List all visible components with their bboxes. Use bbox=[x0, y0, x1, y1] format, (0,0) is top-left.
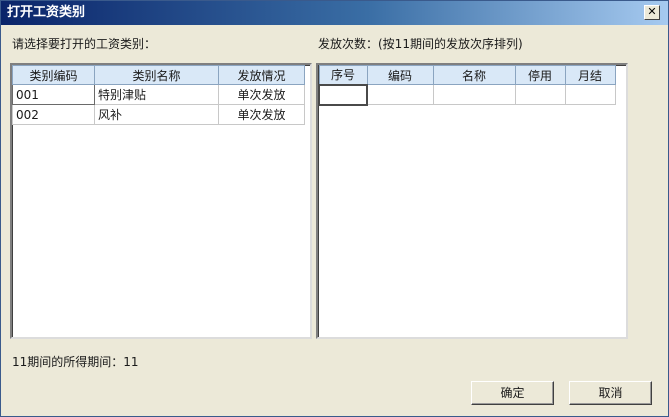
table-row[interactable]: 002 风补 单次发放 bbox=[12, 104, 305, 125]
column-header-disabled[interactable]: 停用 bbox=[514, 65, 566, 85]
dialog-title: 打开工资类别 bbox=[1, 1, 668, 25]
period-status-text: 11期间的所得期间：11 bbox=[12, 355, 139, 369]
open-salary-category-dialog: 打开工资类别 ✕ 请选择要打开的工资类别： 发放次数：(按11期间的发放次序排列… bbox=[0, 0, 669, 417]
ok-button[interactable]: 确定 bbox=[471, 381, 554, 405]
column-header-sequence[interactable]: 序号 bbox=[318, 65, 368, 85]
column-header-month-closed[interactable]: 月结 bbox=[564, 65, 616, 85]
panel-gap bbox=[628, 63, 634, 339]
name-cell[interactable] bbox=[432, 84, 516, 105]
category-list-panel[interactable]: 类别编码 类别名称 发放情况 001 特别津贴 单次发放 002 风补 单次发放 bbox=[10, 63, 312, 339]
category-table-header: 类别编码 类别名称 发放情况 bbox=[12, 65, 305, 85]
issue-status-cell[interactable]: 单次发放 bbox=[218, 84, 305, 105]
issue-times-label: 发放次数：(按11期间的发放次序排列) bbox=[318, 37, 523, 51]
issue-status-cell[interactable]: 单次发放 bbox=[218, 104, 305, 125]
table-row[interactable]: 001 特别津贴 单次发放 bbox=[12, 84, 305, 105]
column-header-code[interactable]: 编码 bbox=[366, 65, 434, 85]
category-name-cell[interactable]: 风补 bbox=[94, 104, 219, 125]
issue-times-table: 序号 编码 名称 停用 月结 bbox=[318, 65, 616, 106]
category-name-cell[interactable]: 特别津贴 bbox=[94, 84, 219, 105]
column-header-name[interactable]: 名称 bbox=[432, 65, 516, 85]
column-header-issue-status[interactable]: 发放情况 bbox=[218, 65, 305, 85]
category-table: 类别编码 类别名称 发放情况 001 特别津贴 单次发放 002 风补 单次发放 bbox=[12, 65, 305, 125]
table-row[interactable] bbox=[318, 83, 616, 106]
sequence-cell[interactable] bbox=[318, 83, 368, 106]
category-code-cell[interactable]: 002 bbox=[12, 104, 95, 125]
cancel-button[interactable]: 取消 bbox=[569, 381, 652, 405]
month-closed-cell[interactable] bbox=[564, 84, 616, 105]
close-icon: ✕ bbox=[647, 5, 657, 18]
close-button[interactable]: ✕ bbox=[644, 5, 660, 20]
category-select-label: 请选择要打开的工资类别： bbox=[12, 37, 157, 51]
issue-times-table-header: 序号 编码 名称 停用 月结 bbox=[318, 65, 616, 85]
category-code-cell[interactable]: 001 bbox=[12, 84, 95, 105]
code-cell[interactable] bbox=[366, 84, 434, 105]
column-header-category-name[interactable]: 类别名称 bbox=[94, 65, 219, 85]
column-header-category-code[interactable]: 类别编码 bbox=[12, 65, 95, 85]
issue-times-panel[interactable]: 序号 编码 名称 停用 月结 bbox=[316, 63, 628, 339]
disabled-cell[interactable] bbox=[514, 84, 566, 105]
